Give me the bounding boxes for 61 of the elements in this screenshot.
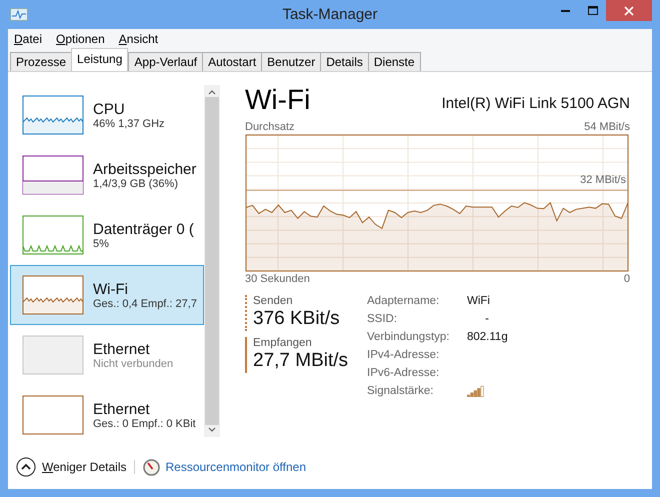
- property-label: Adaptername:: [367, 295, 440, 309]
- item-subtitle: 5%: [93, 238, 110, 250]
- device-name: Intel(R) WiFi Link 5100 AGN: [442, 95, 630, 114]
- property-label: SSID:: [367, 313, 398, 327]
- axis-label: 32 MBit/s: [580, 174, 626, 186]
- signal-strength-icon: [467, 385, 485, 397]
- item-title: CPU: [93, 100, 126, 118]
- item-title: Datenträger 0 (: [93, 220, 194, 238]
- close-icon: [624, 6, 634, 16]
- stat-value: 27,7 MBit/s: [253, 349, 350, 373]
- sidebar-item[interactable]: Arbeitsspeicher 1,4/3,9 GB (36%): [10, 145, 204, 205]
- scroll-down-icon[interactable]: [208, 427, 216, 433]
- axis-label: 0: [624, 273, 630, 285]
- item-subtitle: 46% 1,37 GHz: [93, 118, 165, 130]
- app-icon: [10, 8, 28, 23]
- sidebar-item[interactable]: Ethernet Ges.: 0 Empf.: 0 KBit: [10, 385, 204, 445]
- item-title: Arbeitsspeicher: [93, 160, 196, 178]
- chart-title: Durchsatz: [245, 121, 295, 133]
- tab[interactable]: Autostart: [202, 52, 262, 71]
- sidebar-item[interactable]: Datenträger 0 ( 5%: [10, 205, 204, 265]
- item-title: Wi-Fi: [93, 280, 129, 298]
- item-title: Ethernet: [93, 340, 151, 358]
- collapse-icon: [16, 457, 36, 477]
- stat-value: 376 KBit/s: [253, 307, 341, 331]
- detail-title: Wi-Fi: [245, 84, 310, 116]
- tab[interactable]: App-Verlauf: [128, 52, 204, 71]
- window-title: Task-Manager: [282, 6, 378, 23]
- tab[interactable]: Dienste: [368, 52, 421, 71]
- tab[interactable]: Prozesse: [10, 52, 72, 71]
- axis-label: 54 MBit/s: [584, 121, 630, 133]
- sidebar-item[interactable]: Wi-Fi Ges.: 0,4 Empf.: 27,7: [10, 265, 204, 325]
- property-label: Verbindungstyp:: [367, 331, 450, 345]
- maximize-icon: [588, 6, 598, 15]
- resource-monitor-link[interactable]: Ressourcenmonitor öffnen: [143, 458, 306, 476]
- scroll-up-icon[interactable]: [208, 89, 216, 95]
- fewer-details-button[interactable]: Weniger Details: [16, 457, 126, 477]
- menu-item[interactable]: Optionen: [56, 32, 105, 46]
- minimize-icon: [561, 9, 570, 12]
- menu-item[interactable]: Ansicht: [118, 32, 158, 46]
- property-value: -: [484, 313, 490, 325]
- axis-label: 30 Sekunden: [245, 273, 310, 285]
- menu-item[interactable]: Datei: [14, 32, 42, 46]
- property-value: WiFi: [467, 295, 490, 307]
- scrollbar[interactable]: [204, 85, 220, 437]
- tab[interactable]: Details: [320, 52, 369, 71]
- item-subtitle: Ges.: 0,4 Empf.: 27,7: [93, 298, 197, 310]
- tab[interactable]: Benutzer: [261, 52, 322, 71]
- property-value: 802.11g: [467, 331, 508, 343]
- item-title: Ethernet: [93, 400, 151, 418]
- item-subtitle: 1,4/3,9 GB (36%): [93, 178, 179, 190]
- tab[interactable]: Leistung: [71, 48, 128, 71]
- stat-label: Senden: [253, 295, 294, 307]
- close-button[interactable]: [606, 0, 652, 21]
- stat-label: Empfangen: [253, 337, 313, 349]
- property-label: IPv6-Adresse:: [367, 367, 440, 381]
- item-subtitle: Ges.: 0 Empf.: 0 KBit: [93, 418, 196, 430]
- property-label: IPv4-Adresse:: [367, 349, 440, 363]
- property-label: Signalstärke:: [367, 385, 434, 399]
- gauge-icon: [143, 458, 160, 476]
- sidebar-item[interactable]: CPU 46% 1,37 GHz: [10, 85, 204, 145]
- item-subtitle: Nicht verbunden: [93, 358, 174, 370]
